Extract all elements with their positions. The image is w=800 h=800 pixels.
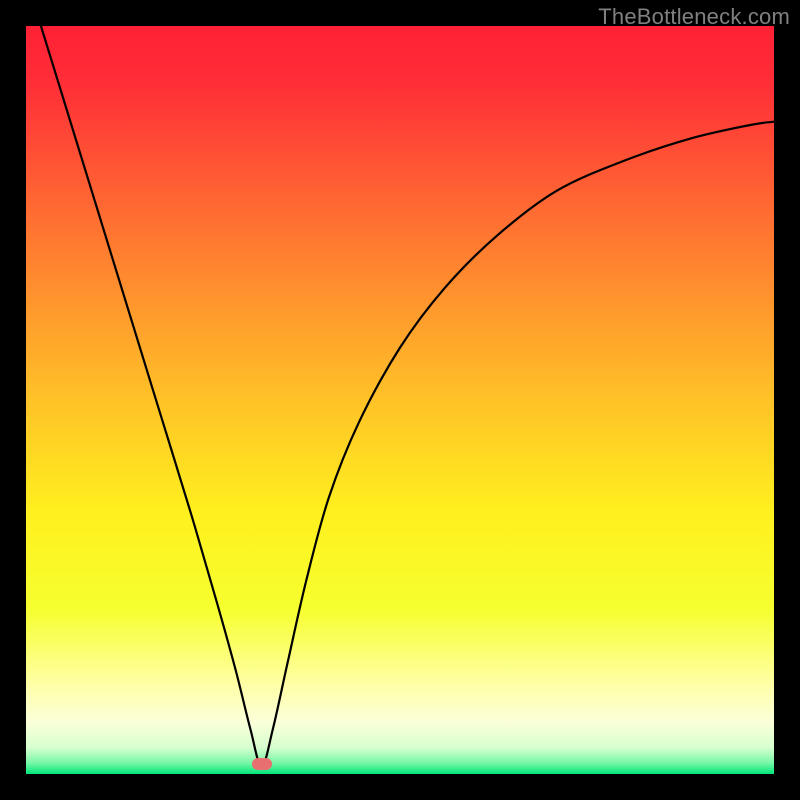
watermark-text: TheBottleneck.com bbox=[598, 4, 790, 30]
bottleneck-curve bbox=[26, 26, 774, 774]
chart-frame: TheBottleneck.com bbox=[0, 0, 800, 800]
plot-area bbox=[26, 26, 774, 774]
min-marker bbox=[252, 758, 272, 770]
